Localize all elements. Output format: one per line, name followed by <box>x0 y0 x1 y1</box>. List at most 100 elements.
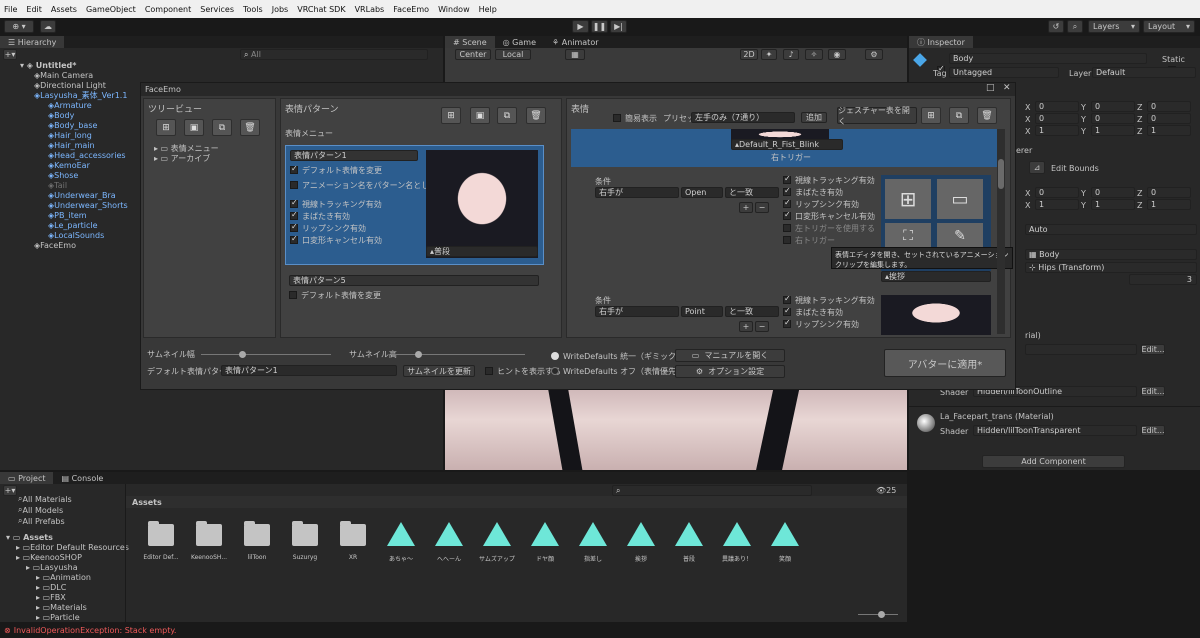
expression-option[interactable]: まばたき有効 <box>783 186 843 197</box>
layers-dropdown[interactable]: Layers ▾ <box>1088 20 1140 33</box>
mode-2d-button[interactable]: 2D <box>740 49 758 60</box>
add-condition-button[interactable]: + <box>739 202 753 213</box>
checkbox[interactable] <box>289 291 297 299</box>
hierarchy-item[interactable]: ◈ Underwear_Shorts <box>48 200 128 210</box>
edit-button[interactable]: Edit... <box>1141 344 1165 355</box>
pattern-option[interactable]: まばたき有効 <box>290 210 350 221</box>
pattern-name-field[interactable]: 表情パターン1 <box>290 150 418 161</box>
hierarchy-item[interactable]: ◈ Body_base <box>48 120 97 130</box>
hierarchy-search-input[interactable]: ⌕ All <box>240 49 428 60</box>
slider-handle[interactable] <box>878 611 885 618</box>
tag-dropdown[interactable]: Untagged <box>949 67 1059 78</box>
account-button[interactable]: ⊕ ▾ <box>4 20 34 33</box>
remove-condition-button[interactable]: − <box>755 321 769 332</box>
menu-item-4[interactable]: Component <box>145 5 191 14</box>
checkbox[interactable] <box>290 210 298 220</box>
audio-icon[interactable]: ♪ <box>783 49 799 60</box>
breadcrumb[interactable]: Assets <box>126 496 907 508</box>
expression-option[interactable]: 右トリガー <box>783 235 835 245</box>
update-thumbnail-button[interactable]: サムネイルを更新 <box>403 365 475 377</box>
history-icon[interactable]: ↺ <box>1048 20 1064 33</box>
new-file-icon[interactable]: ⊞ <box>885 179 931 219</box>
add-button[interactable]: +▾ <box>3 485 17 496</box>
pivot-local-dropdown[interactable]: Local <box>495 49 531 60</box>
checkbox[interactable] <box>783 186 791 196</box>
edit-pencil-icon[interactable]: ✎ <box>937 223 983 249</box>
axis-value-field[interactable]: 1 <box>1035 125 1079 136</box>
hierarchy-item[interactable]: ◈ Lasyusha_素体_Ver1.1 <box>34 90 127 100</box>
axis-value-field[interactable]: 0 <box>1147 187 1191 198</box>
project-tree-item[interactable]: ▸ ▭ Lasyusha <box>26 562 78 572</box>
add-condition-button[interactable]: + <box>739 321 753 332</box>
crop-icon[interactable]: ⛶ <box>885 223 931 249</box>
checkbox[interactable] <box>485 367 493 375</box>
pattern-option[interactable]: リップシンク有効 <box>290 222 366 233</box>
checkbox[interactable] <box>783 198 791 208</box>
project-tree-item[interactable]: ▸ ▭ Editor Default Resources <box>16 542 129 552</box>
tab-scene[interactable]: # Scene <box>445 36 495 48</box>
axis-value-field[interactable]: 1 <box>1147 199 1191 210</box>
tab-animator[interactable]: ⚘ Animator <box>544 36 607 48</box>
add-preset-button[interactable]: 追加 <box>801 112 827 123</box>
light-icon[interactable]: ✦ <box>761 49 777 60</box>
material-shader-dropdown[interactable] <box>1025 344 1137 355</box>
asset-folder[interactable]: XR <box>332 521 374 561</box>
pattern-option[interactable]: 視線トラッキング有効 <box>290 198 382 209</box>
edit-button[interactable]: Edit... <box>1141 386 1165 397</box>
menu-item-6[interactable]: Tools <box>243 5 263 14</box>
open-folder-icon[interactable]: ▭ <box>937 179 983 219</box>
checkbox[interactable] <box>783 174 791 184</box>
menu-item-11[interactable]: Window <box>438 5 470 14</box>
checkbox[interactable] <box>783 306 791 316</box>
object-name-field[interactable]: Body <box>949 53 1147 64</box>
hierarchy-item[interactable]: ◈ Shose <box>48 170 78 180</box>
delete-icon[interactable]: 🗑 <box>977 107 997 124</box>
hierarchy-item[interactable]: ◈ Body <box>48 110 74 120</box>
asset-animation[interactable]: あちゃ～ <box>380 522 422 563</box>
effects-icon[interactable]: ✧ <box>805 49 823 60</box>
checkbox[interactable] <box>783 236 791 244</box>
tab-inspector[interactable]: ⓘ Inspector <box>909 36 973 48</box>
menu-item-1[interactable]: Edit <box>26 5 42 14</box>
maximize-icon[interactable]: □ <box>986 83 995 93</box>
apply-to-avatar-button[interactable]: アバターに適用* <box>884 349 1006 377</box>
hierarchy-item[interactable]: ◈ Directional Light <box>34 80 106 90</box>
root-bone-field[interactable]: ⊹ Hips (Transform) <box>1025 262 1197 273</box>
axis-value-field[interactable]: 0 <box>1091 101 1135 112</box>
tab-project[interactable]: ▭ Project <box>0 472 54 484</box>
clip-field[interactable]: ▴ Default_R_Fist_Blink <box>731 139 843 150</box>
open-gesture-table-button[interactable]: ジェスチャー表を開く <box>837 106 917 126</box>
show-hint-toggle[interactable]: ヒントを表示する <box>485 366 561 376</box>
wd-off-radio[interactable]: WriteDefaults オフ（表情優先） <box>551 366 684 376</box>
scrollbar[interactable] <box>997 129 1005 334</box>
menu-item-12[interactable]: Help <box>479 5 497 14</box>
copy-icon[interactable]: ⧉ <box>212 119 232 136</box>
tree-item-archive[interactable]: ▸ ▭ アーカイブ <box>154 153 210 163</box>
gesture-dropdown[interactable]: Open <box>681 187 723 198</box>
hierarchy-item[interactable]: ◈ PB_item <box>48 210 87 220</box>
asset-animation[interactable]: サムズアップ <box>476 522 518 563</box>
asset-animation[interactable]: 笑顔 <box>764 522 806 563</box>
gizmos-icon[interactable]: ⚙ <box>865 49 883 60</box>
checkbox[interactable] <box>290 198 298 208</box>
thumb-width-slider[interactable] <box>201 351 331 358</box>
pattern5-name-field[interactable]: 表情パターン5 <box>289 275 539 286</box>
radio-unselected[interactable] <box>551 367 559 375</box>
add-button[interactable]: +▾ <box>3 49 17 60</box>
tab-console[interactable]: ▤ Console <box>53 472 111 484</box>
tree-item-menu[interactable]: ▸ ▭ 表情メニュー <box>154 143 219 153</box>
checkbox[interactable] <box>613 114 621 122</box>
expression-selected-row[interactable]: ▴ Default_R_Fist_Blink 右トリガー <box>571 129 997 167</box>
hierarchy-item[interactable]: ◈ KemoEar <box>48 160 90 170</box>
play-button[interactable]: ▶ <box>572 20 589 33</box>
remove-condition-button[interactable]: − <box>755 202 769 213</box>
quality-dropdown[interactable]: Auto <box>1025 224 1197 235</box>
axis-value-field[interactable]: 1 <box>1091 125 1135 136</box>
pattern-option[interactable]: 口変形キャンセル有効 <box>290 234 382 245</box>
open-manual-button[interactable]: ▭ マニュアルを開く <box>675 349 785 362</box>
checkbox[interactable] <box>290 234 298 244</box>
asset-animation[interactable]: ドヤ顔 <box>524 522 566 563</box>
checkbox[interactable] <box>783 294 791 304</box>
add-icon[interactable]: ⊞ <box>921 107 941 124</box>
add-folder-icon[interactable]: ▣ <box>184 119 204 136</box>
